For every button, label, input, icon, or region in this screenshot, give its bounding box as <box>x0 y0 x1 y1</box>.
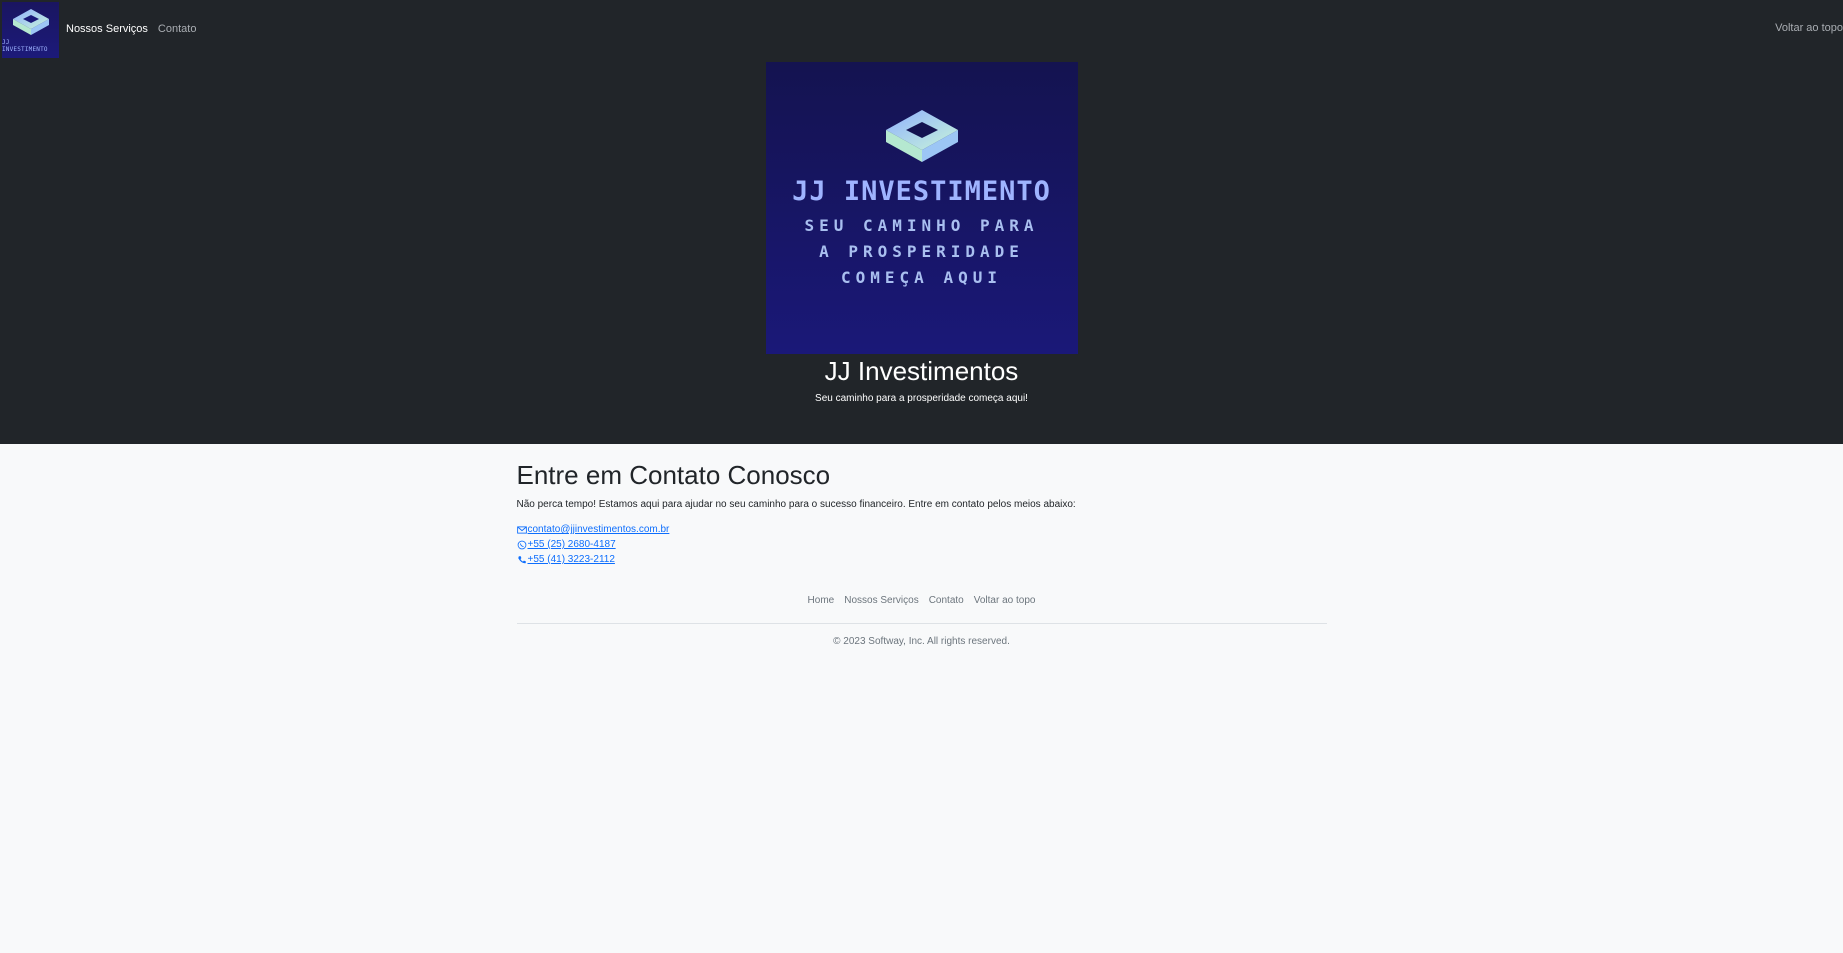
phone-icon <box>517 555 526 563</box>
contact-phone-link[interactable]: +55 (41) 3223-2112 <box>528 552 615 567</box>
brand-logo-text: JJ INVESTIMENTO <box>2 38 48 53</box>
whatsapp-icon <box>517 540 526 549</box>
contact-whatsapp-item: +55 (25) 2680-4187 <box>517 537 1327 552</box>
footer-link-back-to-top[interactable]: Voltar ao topo <box>974 595 1036 606</box>
footer-link-home[interactable]: Home <box>808 595 835 606</box>
hero-content: JJ INVESTIMENTO SEU CAMINHO PARA A PROSP… <box>0 62 1843 404</box>
cube-logo-icon <box>885 110 958 162</box>
hero-subtitle: Seu caminho para a prosperidade começa a… <box>815 393 1028 404</box>
nav-link-contato[interactable]: Contato <box>158 23 197 35</box>
hero-title: JJ Investimentos <box>824 356 1019 386</box>
contact-list: contato@jjinvestimentos.com.br +55 (25) … <box>516 522 1327 567</box>
hero-image-logo-text: JJ INVESTIMENTO <box>792 176 1051 207</box>
footer-divider <box>516 623 1327 624</box>
nav-link-servicos[interactable]: Nossos Serviços <box>66 23 148 35</box>
contact-whatsapp-link[interactable]: +55 (25) 2680-4187 <box>528 537 616 552</box>
contact-email-link[interactable]: contato@jjinvestimentos.com.br <box>528 522 670 537</box>
nav-links: Nossos Serviços Contato <box>66 23 196 35</box>
footer-link-servicos[interactable]: Nossos Serviços <box>844 595 918 606</box>
copyright: © 2023 Softway, Inc. All rights reserved… <box>833 636 1010 647</box>
navbar: JJ INVESTIMENTO Nossos Serviços Contato … <box>0 0 1843 58</box>
brand-logo[interactable]: JJ INVESTIMENTO <box>2 1 59 58</box>
cube-logo-icon <box>12 8 49 35</box>
footer: Home Nossos Serviços Contato Voltar ao t… <box>516 595 1327 647</box>
envelope-icon <box>516 525 527 534</box>
hero-image-tagline-1: SEU CAMINHO PARA <box>804 216 1039 235</box>
hero-header: JJ INVESTIMENTO Nossos Serviços Contato … <box>0 0 1843 444</box>
contact-section: Entre em Contato Conosco Não perca tempo… <box>516 444 1327 647</box>
footer-nav: Home Nossos Serviços Contato Voltar ao t… <box>517 595 1327 606</box>
nav-back-to-top[interactable]: Voltar ao topo <box>1775 22 1843 34</box>
contact-title: Entre em Contato Conosco <box>516 460 831 490</box>
hero-image-tagline-2: A PROSPERIDADE <box>819 242 1024 261</box>
contact-email-item: contato@jjinvestimentos.com.br <box>516 522 1327 537</box>
contact-text: Não perca tempo! Estamos aqui para ajuda… <box>516 499 1076 510</box>
hero-image-tagline-3: COMEÇA AQUI <box>841 268 1002 287</box>
contact-phone-item: +55 (41) 3223-2112 <box>517 552 1327 567</box>
footer-link-contato[interactable]: Contato <box>929 595 964 606</box>
hero-logo-image: JJ INVESTIMENTO SEU CAMINHO PARA A PROSP… <box>765 62 1078 354</box>
